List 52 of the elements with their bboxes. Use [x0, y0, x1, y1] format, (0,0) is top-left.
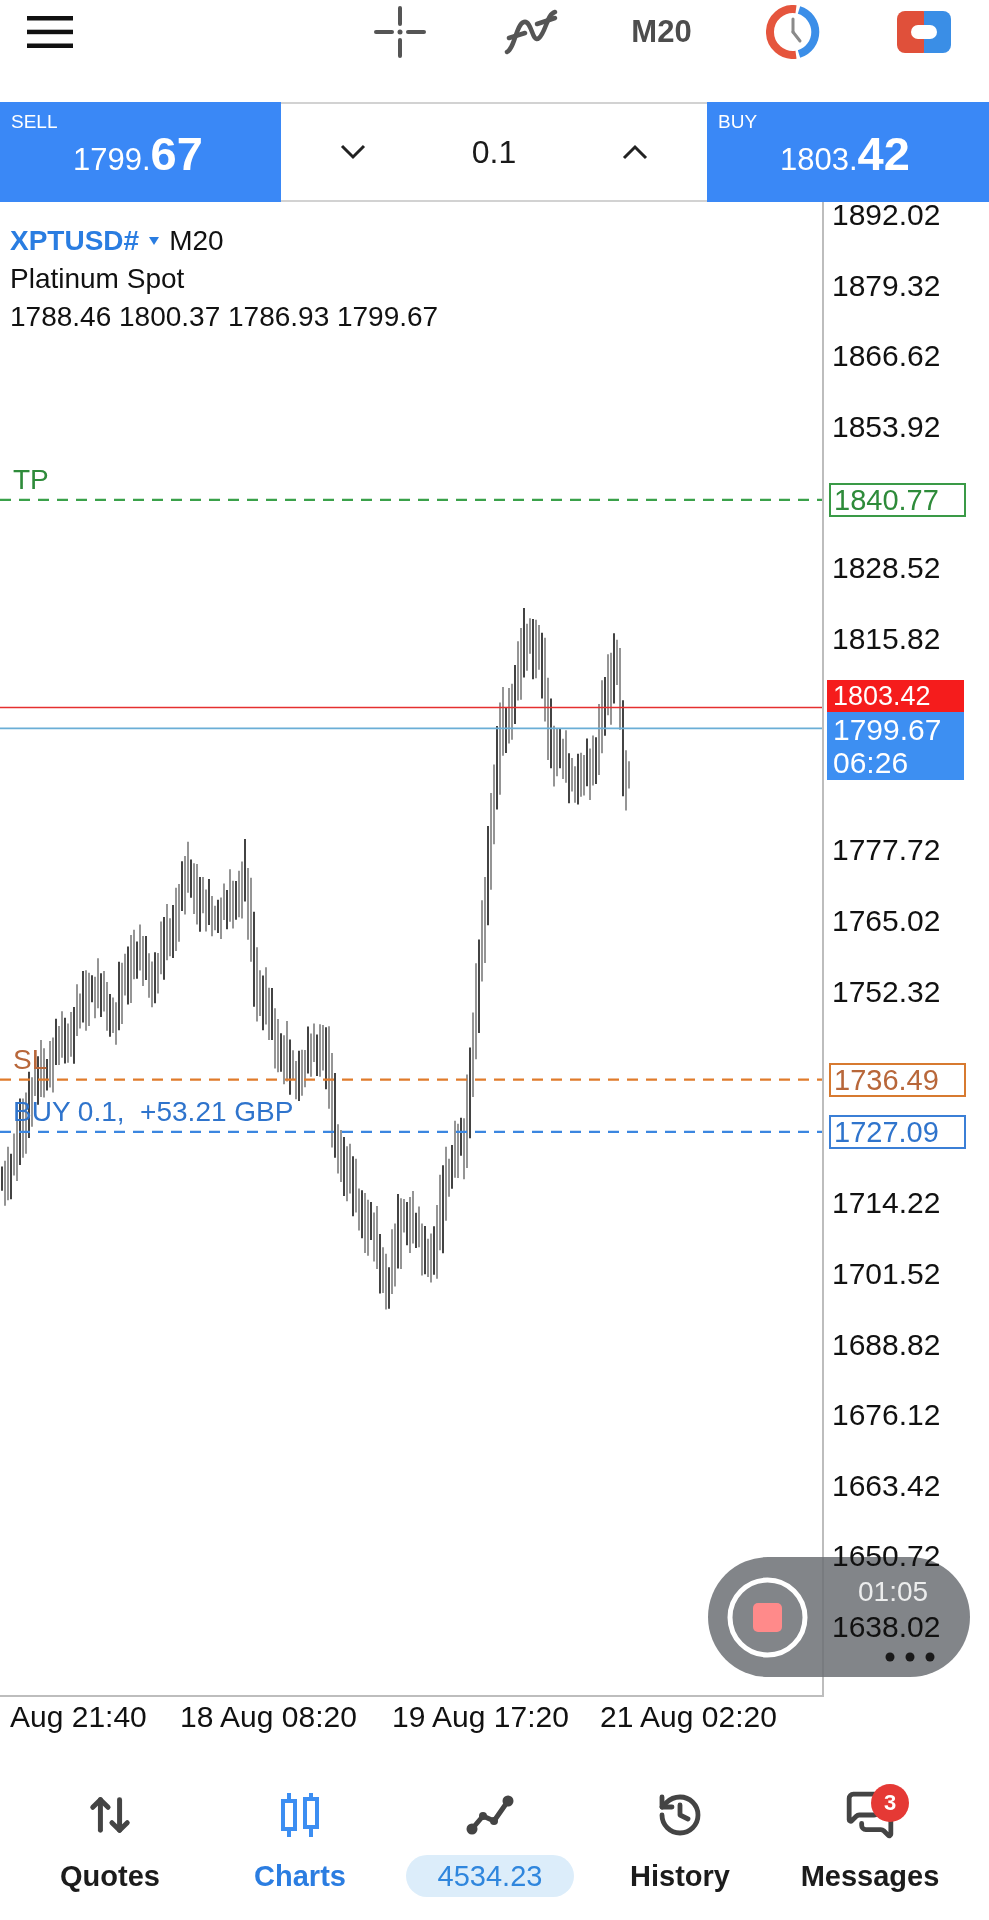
- wave-icon[interactable]: [502, 8, 559, 56]
- candlestick-icon: [278, 1791, 322, 1839]
- chevron-down-icon[interactable]: [340, 144, 366, 160]
- position-price: 1727.09: [829, 1114, 966, 1149]
- time-axis-label: 18 Aug 08:20: [180, 1699, 357, 1735]
- time-axis-label: 19 Aug 17:20: [392, 1699, 569, 1735]
- nav-tab[interactable]: 3 Messages: [775, 1779, 965, 1906]
- price-axis-label: 1866.62: [832, 338, 941, 375]
- price-axis-label: 1815.82: [832, 620, 941, 657]
- price-axis-label: 1752.32: [832, 973, 941, 1010]
- clock-icon[interactable]: [765, 5, 820, 59]
- take-profit-price: 1840.77: [829, 482, 966, 517]
- take-profit-label: TP: [13, 463, 49, 496]
- time-axis-label: 21 Aug 02:20: [600, 1699, 777, 1735]
- nav-tab[interactable]: Quotes: [15, 1779, 205, 1906]
- more-icon[interactable]: [885, 1652, 935, 1662]
- ohlc-values: 1788.46 1800.37 1786.93 1799.67: [10, 300, 439, 334]
- price-axis-label: 1701.52: [832, 1256, 941, 1292]
- symbol-name[interactable]: XPTUSD#: [10, 222, 140, 260]
- toggle-icon[interactable]: [896, 11, 951, 53]
- unread-count: 3: [871, 1784, 909, 1822]
- bid-price: 1799.67: [833, 713, 942, 747]
- balance-value: 4534.23: [405, 1855, 575, 1897]
- price-axis-label: 1638.02: [832, 1609, 941, 1645]
- recording-time: 01:05: [858, 1577, 929, 1607]
- price-axis-label: 1676.12: [832, 1397, 941, 1434]
- bar-countdown: 06:26: [833, 746, 909, 780]
- price-axis-label: 1688.82: [832, 1326, 941, 1363]
- symbol-description: Platinum Spot: [10, 262, 185, 296]
- chevron-up-icon[interactable]: [622, 144, 648, 160]
- price-axis-label: 1650.72: [832, 1538, 941, 1575]
- ask-price-tag: 1803.42: [827, 680, 964, 713]
- price-axis-label: 1663.42: [832, 1467, 941, 1504]
- time-axis-label: Aug 21:40: [10, 1699, 147, 1735]
- nav-tab[interactable]: Charts: [205, 1779, 395, 1906]
- crosshair-icon[interactable]: [373, 6, 426, 58]
- line-chart-icon: [466, 1795, 514, 1835]
- stop-icon[interactable]: [727, 1576, 808, 1658]
- caret-icon[interactable]: [149, 237, 160, 245]
- price-axis-label: 1828.52: [832, 550, 941, 586]
- stop-loss-label: SL: [13, 1043, 48, 1076]
- stop-loss-price: 1736.49: [829, 1062, 966, 1097]
- menu-icon[interactable]: [27, 16, 73, 48]
- timeframe-button[interactable]: M20: [631, 12, 692, 52]
- price-axis-label: 1777.72: [832, 832, 941, 869]
- price-axis-label: 1853.92: [832, 408, 941, 445]
- volume-field[interactable]: 0.1: [471, 133, 517, 171]
- nav-tab[interactable]: History: [585, 1779, 775, 1906]
- price-axis-label: 1714.22: [832, 1185, 941, 1222]
- price-axis-label: 1765.02: [832, 903, 941, 939]
- price-axis-label: 1879.32: [832, 267, 941, 304]
- timeframe-label: M20: [169, 224, 224, 258]
